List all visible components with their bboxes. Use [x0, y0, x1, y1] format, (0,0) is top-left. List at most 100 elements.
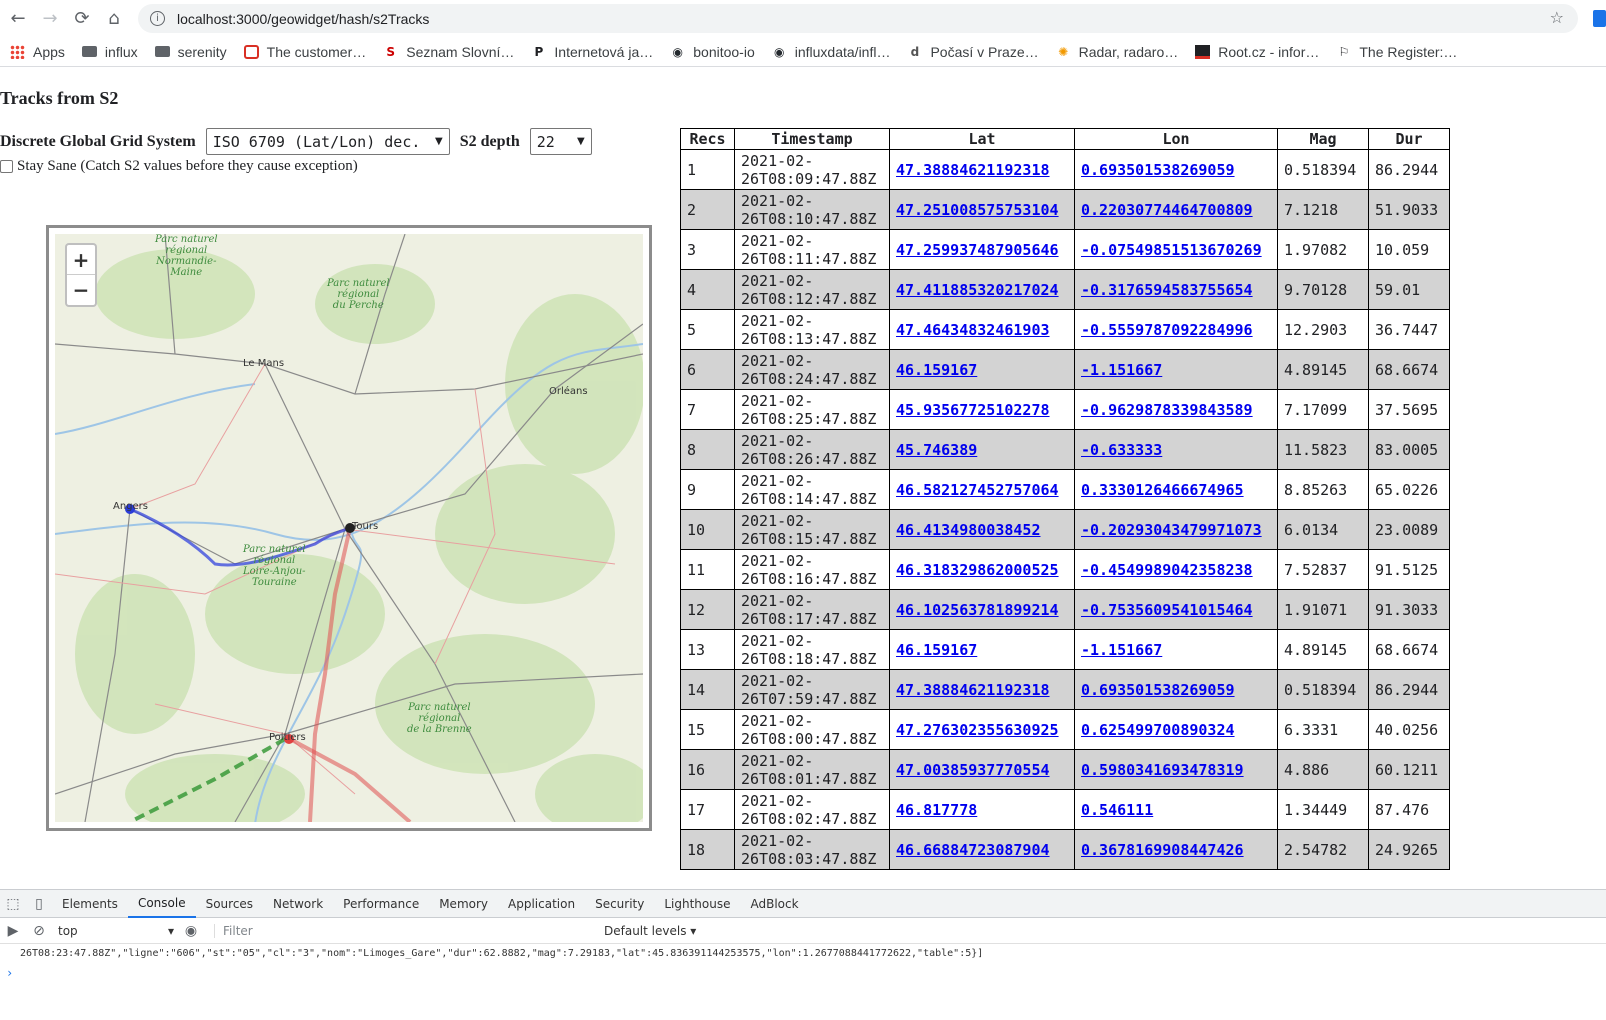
devtools-tab-network[interactable]: Network	[263, 890, 333, 918]
lon-link[interactable]: 0.3330126466674965	[1081, 481, 1244, 499]
bookmark-item[interactable]: The customer…	[243, 44, 366, 60]
devtools-tab-application[interactable]: Application	[498, 890, 585, 918]
bookmark-item[interactable]: S Seznam Slovní…	[383, 44, 514, 60]
lon-link[interactable]: 0.5980341693478319	[1081, 761, 1244, 779]
log-levels-select[interactable]: Default levels ▾	[604, 924, 696, 938]
lat-link[interactable]: 46.102563781899214	[896, 601, 1059, 619]
folder-icon	[81, 46, 97, 57]
reload-icon[interactable]: ⟳	[66, 3, 98, 35]
lon-link[interactable]: -1.151667	[1081, 641, 1162, 659]
context-value: top	[58, 923, 78, 938]
col-header-dur: Dur	[1368, 128, 1450, 150]
bookmark-item[interactable]: ◉ influxdata/infl…	[772, 44, 890, 60]
city-label: Tours	[352, 521, 379, 532]
bookmark-star-icon[interactable]: ☆	[1550, 8, 1564, 27]
lon-cell: 0.3330126466674965	[1074, 469, 1278, 510]
lon-link[interactable]: 0.22030774464700809	[1081, 201, 1253, 219]
lon-link[interactable]: -0.20293043479971073	[1081, 521, 1262, 539]
lat-link[interactable]: 47.38884621192318	[896, 681, 1050, 699]
back-icon[interactable]: ←	[2, 3, 34, 35]
console-toolbar: ▶ ⊘ top ▾ ◉ Filter Default levels ▾	[0, 918, 1606, 944]
devtools-tab-performance[interactable]: Performance	[333, 890, 429, 918]
bookmark-item[interactable]: serenity	[154, 44, 227, 60]
devtools-tab-lighthouse[interactable]: Lighthouse	[654, 890, 740, 918]
home-icon[interactable]: ⌂	[98, 3, 130, 35]
map-canvas[interactable]: + − Le Mans Orléans Angers Tours Poitier…	[55, 234, 643, 822]
map-widget[interactable]: + − Le Mans Orléans Angers Tours Poitier…	[46, 225, 652, 831]
forward-icon[interactable]: →	[34, 3, 66, 35]
lon-link[interactable]: -0.3176594583755654	[1081, 281, 1253, 299]
mag-cell: 4.886	[1277, 749, 1369, 790]
lon-link[interactable]: -0.7535609541015464	[1081, 601, 1253, 619]
dggs-select[interactable]: ISO 6709 (Lat/Lon) dec. ▼	[205, 128, 450, 155]
zoom-out-button[interactable]: −	[67, 275, 95, 305]
bookmark-label: bonitoo-io	[693, 43, 755, 60]
bookmark-label: Počasí v Praze…	[930, 43, 1039, 60]
devtools-tab-memory[interactable]: Memory	[429, 890, 498, 918]
lat-link[interactable]: 47.46434832461903	[896, 321, 1050, 339]
device-toolbar-icon[interactable]: ▯	[26, 890, 52, 918]
lat-link[interactable]: 47.00385937770554	[896, 761, 1050, 779]
controls-row: Discrete Global Grid System ISO 6709 (La…	[0, 128, 602, 155]
lat-link[interactable]: 46.582127452757064	[896, 481, 1059, 499]
lat-link[interactable]: 47.251008575753104	[896, 201, 1059, 219]
lat-link[interactable]: 46.817778	[896, 801, 977, 819]
lat-link[interactable]: 45.93567725102278	[896, 401, 1050, 419]
clear-console-icon[interactable]: ⊘	[26, 917, 52, 945]
dur-cell: 68.6674	[1368, 349, 1450, 390]
bookmark-item[interactable]: ⚐ The Register:…	[1336, 44, 1457, 60]
console-filter-input[interactable]: Filter	[214, 923, 594, 938]
lat-link[interactable]: 47.411885320217024	[896, 281, 1059, 299]
bookmark-item[interactable]: P Internetová ja…	[531, 44, 654, 60]
bookmark-item[interactable]: Root.cz - infor…	[1195, 44, 1319, 60]
lon-link[interactable]: -0.4549989042358238	[1081, 561, 1253, 579]
context-select[interactable]: top ▾	[58, 924, 178, 938]
lat-link[interactable]: 46.4134980038452	[896, 521, 1041, 539]
inspect-element-icon[interactable]: ⬚	[0, 890, 26, 918]
depth-select[interactable]: 22 ▼	[529, 128, 592, 155]
bookmark-item[interactable]: ✺ Radar, radaro…	[1056, 44, 1178, 60]
lat-link[interactable]: 46.159167	[896, 641, 977, 659]
lat-link[interactable]: 47.38884621192318	[896, 161, 1050, 179]
lat-link[interactable]: 46.318329862000525	[896, 561, 1059, 579]
lat-link[interactable]: 47.276302355630925	[896, 721, 1059, 739]
timestamp-cell: 2021-02- 26T08:13:47.88Z	[734, 309, 890, 350]
lon-link[interactable]: 0.546111	[1081, 801, 1153, 819]
bookmark-item[interactable]: Apps	[10, 44, 65, 60]
bookmark-item[interactable]: ◉ bonitoo-io	[670, 44, 755, 60]
sidebar-toggle-icon[interactable]: ▶	[0, 917, 26, 945]
console-prompt[interactable]: ›	[0, 966, 1606, 980]
info-icon[interactable]: i	[150, 11, 165, 26]
address-bar[interactable]: i localhost:3000/geowidget/hash/s2Tracks…	[138, 4, 1578, 33]
chevron-down-icon: ▼	[434, 136, 443, 147]
bookmark-item[interactable]: influx	[81, 43, 138, 60]
eye-icon[interactable]: ◉	[178, 917, 204, 945]
stay-sane-checkbox[interactable]	[0, 160, 13, 173]
col-header-lat: Lat	[889, 128, 1075, 150]
rec-cell: 10	[680, 509, 735, 550]
lon-link[interactable]: -1.151667	[1081, 361, 1162, 379]
lon-link[interactable]: 0.625499700890324	[1081, 721, 1235, 739]
devtools-tab-security[interactable]: Security	[585, 890, 654, 918]
devtools-tab-sources[interactable]: Sources	[196, 890, 263, 918]
lat-link[interactable]: 45.746389	[896, 441, 977, 459]
lon-link[interactable]: -0.07549851513670269	[1081, 241, 1262, 259]
rec-cell: 1	[680, 149, 735, 190]
extension-icon[interactable]	[1593, 10, 1606, 27]
bookmark-item[interactable]: d Počasí v Praze…	[907, 43, 1039, 60]
devtools-tab-console[interactable]: Console	[127, 890, 196, 918]
table-row: 5 2021-02- 26T08:13:47.88Z 47.464348324619…	[680, 309, 1450, 350]
lat-link[interactable]: 47.259937487905646	[896, 241, 1059, 259]
lon-link[interactable]: -0.9629878339843589	[1081, 401, 1253, 419]
lon-link[interactable]: 0.3678169908447426	[1081, 841, 1244, 859]
lon-link[interactable]: -0.5559787092284996	[1081, 321, 1253, 339]
bookmark-label: influx	[104, 43, 138, 60]
zoom-in-button[interactable]: +	[67, 245, 95, 275]
lat-link[interactable]: 46.66884723087904	[896, 841, 1050, 859]
devtools-tab-elements[interactable]: Elements	[52, 890, 128, 918]
lon-link[interactable]: 0.693501538269059	[1081, 681, 1235, 699]
lon-link[interactable]: -0.633333	[1081, 441, 1162, 459]
lat-link[interactable]: 46.159167	[896, 361, 977, 379]
lon-link[interactable]: 0.693501538269059	[1081, 161, 1235, 179]
devtools-tab-adblock[interactable]: AdBlock	[741, 890, 809, 918]
